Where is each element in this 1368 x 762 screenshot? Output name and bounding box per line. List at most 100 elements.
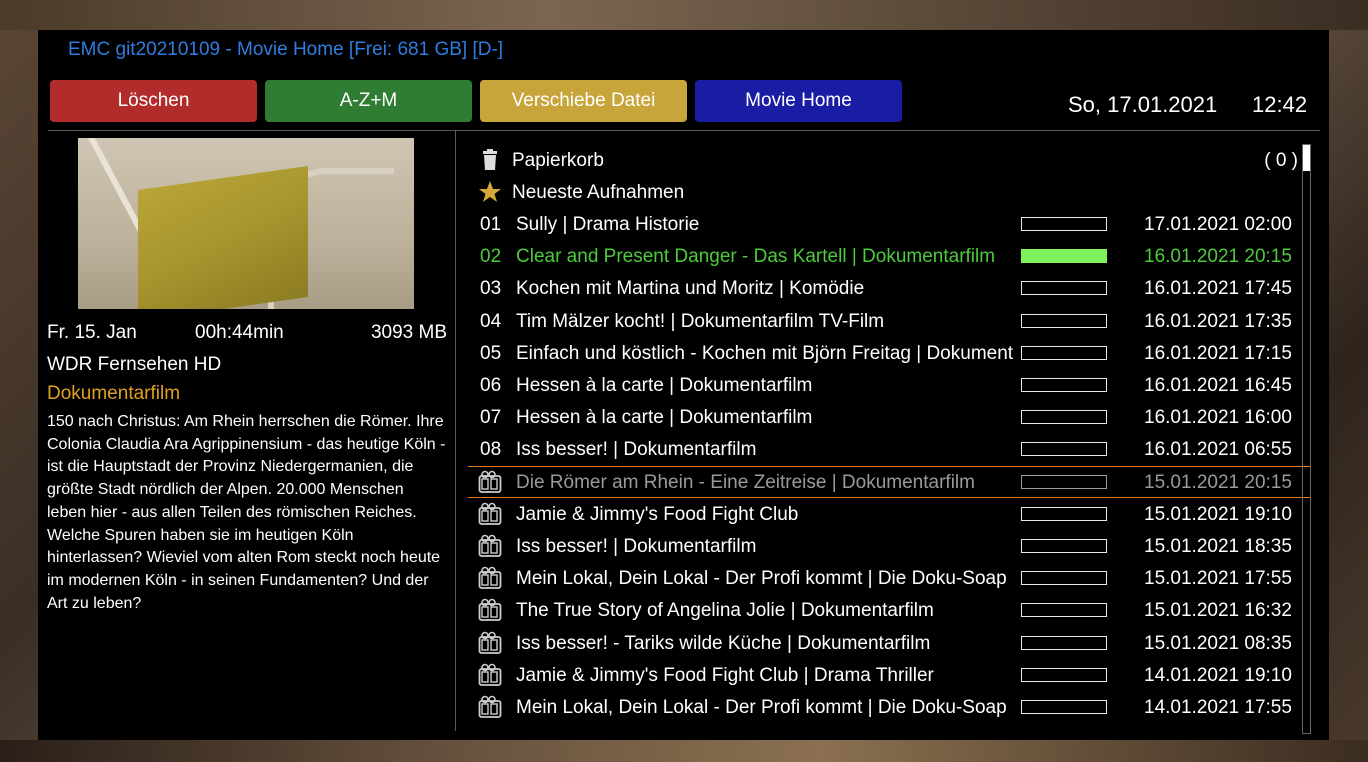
recording-row[interactable]: Die Römer am Rhein - Eine Zeitreise | Do… — [468, 466, 1318, 498]
trash-count: ( 0 ) — [1264, 150, 1298, 171]
recording-datetime: 16.01.2021 20:15 — [1144, 246, 1292, 268]
progress-bar — [1021, 281, 1107, 296]
header-time: 12:42 — [1252, 92, 1308, 117]
list-scrollbar[interactable] — [1302, 144, 1311, 734]
window-title: EMC git20210109 - Movie Home [Frei: 681 … — [68, 39, 504, 60]
progress-bar — [1021, 442, 1107, 457]
delete-button[interactable]: Löschen — [50, 80, 257, 122]
recording-row[interactable]: 01 Sully | Drama Historie 17.01.2021 02:00 — [468, 208, 1318, 240]
recording-datetime: 15.01.2021 17:55 — [1144, 568, 1292, 590]
movie-file-icon — [478, 631, 502, 655]
move-file-button[interactable]: Verschiebe Datei — [480, 80, 687, 122]
recording-title: Hessen à la carte | Dokumentarfilm — [516, 375, 813, 396]
header-divider — [48, 130, 1320, 131]
column-divider — [455, 131, 456, 731]
movie-file-icon — [478, 534, 502, 558]
recording-row[interactable]: 07 Hessen à la carte | Dokumentarfilm 16.0… — [468, 401, 1318, 433]
recording-title: Iss besser! | Dokumentarfilm — [516, 536, 757, 557]
recording-number: 03 — [480, 278, 502, 300]
recording-datetime: 15.01.2021 19:10 — [1144, 503, 1292, 525]
progress-bar — [1021, 249, 1107, 264]
progress-fill — [1022, 250, 1106, 263]
recording-title: Iss besser! | Dokumentarfilm — [516, 439, 757, 461]
progress-bar — [1021, 313, 1107, 328]
recording-date: Fr. 15. Jan — [47, 322, 137, 343]
scrollbar-thumb[interactable] — [1303, 145, 1310, 171]
recording-number: 08 — [480, 439, 502, 461]
movie-file-icon — [478, 566, 502, 590]
recording-datetime: 17.01.2021 02:00 — [1144, 214, 1292, 235]
movie-file-icon — [478, 695, 502, 719]
progress-bar — [1021, 635, 1107, 650]
progress-bar — [1021, 217, 1107, 231]
recording-size: 3093 MB — [370, 322, 447, 343]
recording-number: 06 — [480, 375, 502, 396]
recording-number: 02 — [480, 246, 502, 268]
latest-recordings-row[interactable]: Neueste Aufnahmen — [468, 176, 1318, 208]
background-image-top — [0, 0, 1368, 30]
recording-row[interactable]: 02 Clear and Present Danger - Das Kartell… — [468, 240, 1318, 272]
trash-icon — [483, 149, 497, 170]
latest-label: Neueste Aufnahmen — [512, 182, 685, 203]
progress-bar — [1021, 700, 1107, 714]
progress-bar — [1021, 571, 1107, 586]
genre-label: Dokumentarfilm — [47, 383, 181, 404]
recording-datetime: 16.01.2021 16:00 — [1144, 407, 1292, 429]
recording-row[interactable]: Iss besser! - Tariks wilde Küche | Dokum… — [468, 627, 1318, 659]
recording-datetime: 15.01.2021 08:35 — [1144, 632, 1292, 654]
recording-title: Tim Mälzer kocht! | Dokumentarfilm TV-Fi… — [516, 310, 885, 332]
recording-title: Clear and Present Danger - Das Kartell |… — [516, 246, 996, 268]
movie-list-window: EMC git20210109 - Movie Home [Frei: 681 … — [38, 30, 1329, 740]
recording-row[interactable]: Jamie & Jimmy's Food Fight Club | Drama … — [468, 659, 1318, 691]
recording-datetime: 14.01.2021 19:10 — [1144, 664, 1292, 686]
header-date: So, 17.01.2021 — [1068, 92, 1218, 117]
recording-datetime: 15.01.2021 18:35 — [1144, 536, 1292, 557]
progress-bar — [1021, 410, 1107, 425]
progress-bar — [1021, 603, 1107, 618]
recording-row[interactable]: 04 Tim Mälzer kocht! | Dokumentarfilm TV-… — [468, 305, 1318, 337]
recording-row[interactable]: 03 Kochen mit Martina und Moritz | Komödi… — [468, 272, 1318, 304]
trash-folder-row[interactable]: Papierkorb ( 0 ) — [468, 144, 1318, 176]
sort-button[interactable]: A-Z+M — [265, 80, 472, 122]
recording-title: Hessen à la carte | Dokumentarfilm — [516, 407, 813, 429]
recording-title: Sully | Drama Historie — [516, 214, 700, 235]
recording-title: Iss besser! - Tariks wilde Küche | Dokum… — [516, 632, 931, 654]
recording-row[interactable]: Mein Lokal, Dein Lokal - Der Profi kommt… — [468, 691, 1318, 723]
recording-number: 04 — [480, 310, 502, 332]
recording-row[interactable]: 06 Hessen à la carte | Dokumentarfilm 16.0… — [468, 369, 1318, 401]
recording-title: Einfach und köstlich - Kochen mit Björn … — [516, 342, 1014, 364]
progress-bar — [1021, 474, 1107, 489]
recording-datetime: 16.01.2021 17:45 — [1144, 278, 1292, 300]
recording-row[interactable]: 05 Einfach und köstlich - Kochen mit Björ… — [468, 337, 1318, 369]
recording-title: Jamie & Jimmy's Food Fight Club — [516, 503, 799, 525]
recording-datetime: 16.01.2021 17:35 — [1144, 310, 1292, 332]
recording-row[interactable]: Jamie & Jimmy's Food Fight Club 15.01.202… — [468, 498, 1318, 530]
progress-bar — [1021, 345, 1107, 360]
progress-bar — [1021, 539, 1107, 553]
recording-datetime: 16.01.2021 16:45 — [1144, 375, 1292, 396]
recording-number: 07 — [480, 407, 502, 429]
thumbnail-flag — [138, 166, 308, 309]
recording-datetime: 16.01.2021 17:15 — [1144, 342, 1292, 364]
movie-file-icon — [478, 502, 502, 526]
trash-label: Papierkorb — [512, 150, 604, 171]
channel-name: WDR Fernsehen HD — [47, 354, 222, 375]
recording-title: Kochen mit Martina und Moritz | Komödie — [516, 278, 865, 300]
recording-row[interactable]: The True Story of Angelina Jolie | Dokum… — [468, 594, 1318, 626]
background-image-bottom — [0, 740, 1368, 762]
recording-row[interactable]: Iss besser! | Dokumentarfilm 15.01.2021 1… — [468, 530, 1318, 562]
movie-home-button[interactable]: Movie Home — [695, 80, 902, 122]
recording-title: Mein Lokal, Dein Lokal - Der Profi kommt… — [516, 568, 1007, 590]
recording-datetime: 14.01.2021 17:55 — [1144, 697, 1292, 718]
recording-row[interactable]: Mein Lokal, Dein Lokal - Der Profi kommt… — [468, 562, 1318, 594]
movie-file-icon — [478, 470, 502, 494]
recording-row[interactable]: 08 Iss besser! | Dokumentarfilm 16.01.2021… — [468, 433, 1318, 465]
recording-title: Mein Lokal, Dein Lokal - Der Profi kommt… — [516, 697, 1007, 718]
progress-bar — [1021, 506, 1107, 521]
preview-thumbnail — [78, 138, 414, 309]
recording-duration: 00h:44min — [195, 322, 284, 343]
recording-title: Jamie & Jimmy's Food Fight Club | Drama … — [516, 664, 934, 686]
recording-number: 05 — [480, 342, 502, 364]
movie-file-icon — [478, 598, 502, 622]
progress-bar — [1021, 378, 1107, 392]
